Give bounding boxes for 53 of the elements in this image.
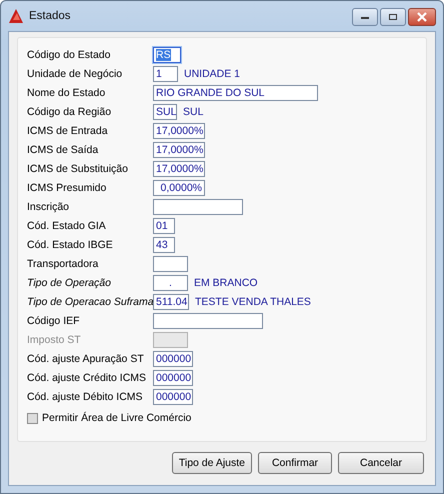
field-label: Código da Região: [27, 106, 112, 118]
input-field[interactable]: 17,0000%: [153, 123, 205, 139]
input-field[interactable]: .: [153, 275, 188, 291]
field-label: Cód. ajuste Crédito ICMS: [27, 372, 148, 384]
field-label: Nome do Estado: [27, 87, 106, 99]
field-label: ICMS Presumido: [27, 182, 108, 194]
maximize-icon: [388, 13, 398, 21]
minimize-icon: [360, 14, 370, 20]
input-field[interactable]: RIO GRANDE DO SUL: [153, 85, 318, 101]
input-field[interactable]: [153, 256, 188, 272]
input-field[interactable]: 000000: [153, 389, 193, 405]
field-label: Unidade de Negócio: [27, 68, 124, 80]
field-label: Transportadora: [27, 258, 100, 270]
dialog-button[interactable]: Confirmar: [258, 452, 332, 474]
field-description: UNIDADE 1: [184, 68, 240, 80]
input-field[interactable]: 511.04: [153, 294, 189, 310]
field-label: Código IEF: [27, 315, 81, 327]
field-label: ICMS de Entrada: [27, 125, 109, 137]
field-label: Cód. Estado IBGE: [27, 239, 114, 251]
field-description: TESTE VENDA THALES: [195, 296, 311, 308]
field-label: Cód. Estado GIA: [27, 220, 107, 232]
field-label: Imposto ST: [27, 334, 82, 346]
field-description: EM BRANCO: [194, 277, 258, 289]
input-field[interactable]: 17,0000%: [153, 142, 205, 158]
checkbox[interactable]: [27, 412, 38, 424]
field-label: Inscrição: [27, 201, 70, 213]
field-label: ICMS de Substituição: [27, 163, 129, 175]
dialog-button[interactable]: Tipo de Ajuste: [172, 452, 252, 474]
input-field[interactable]: 01: [153, 218, 175, 234]
field-label: Tipo de Operação: [27, 277, 112, 289]
app-icon: [8, 8, 24, 24]
field-label: Código do Estado: [27, 49, 112, 61]
dialog-button[interactable]: Cancelar: [338, 452, 424, 474]
input-field[interactable]: 43: [153, 237, 175, 253]
field-label: Tipo de Operacao Suframa: [27, 296, 153, 308]
input-field[interactable]: [153, 199, 243, 215]
close-button[interactable]: [408, 8, 436, 26]
field-label: ICMS de Saída: [27, 144, 100, 156]
checkbox-label: Permitir Área de Livre Comércio: [42, 412, 192, 424]
field-description: SUL: [183, 106, 204, 118]
input-field[interactable]: RS: [153, 47, 181, 63]
input-field[interactable]: 000000: [153, 370, 193, 386]
window-title: Estados: [29, 10, 71, 22]
input-field[interactable]: [153, 313, 263, 329]
close-icon: [416, 12, 428, 22]
input-field[interactable]: 1: [153, 66, 178, 82]
minimize-button[interactable]: [352, 8, 378, 26]
field-label: Cód. ajuste Débito ICMS: [27, 391, 144, 403]
input-field[interactable]: 000000: [153, 351, 193, 367]
input-field[interactable]: 17,0000%: [153, 161, 205, 177]
input-field[interactable]: 0,0000%: [153, 180, 205, 196]
maximize-button[interactable]: [380, 8, 406, 26]
field-label: Cód. ajuste Apuração ST: [27, 353, 145, 365]
